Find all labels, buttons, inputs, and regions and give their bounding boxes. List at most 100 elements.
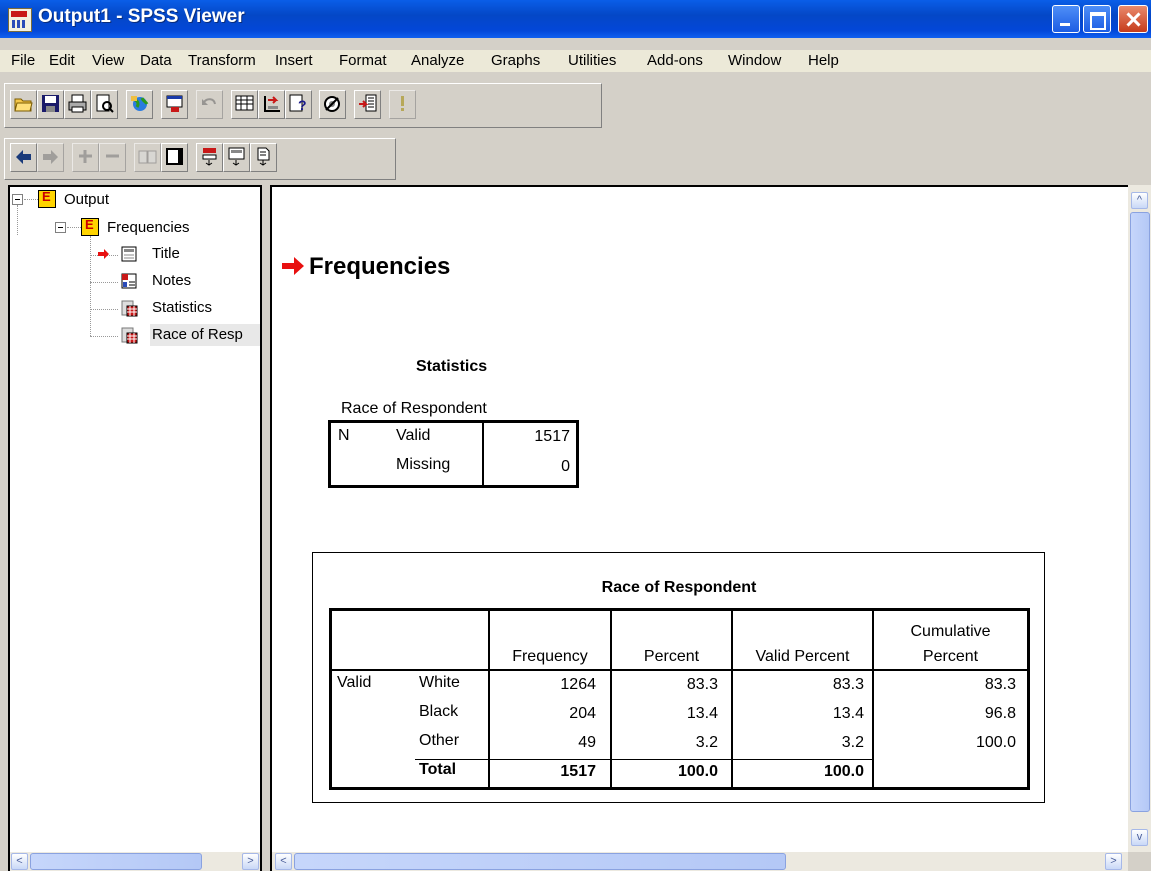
menu-file[interactable]: File bbox=[11, 52, 35, 69]
stats-missing-label: Missing bbox=[396, 456, 451, 473]
table-rule bbox=[1027, 608, 1030, 790]
scroll-up-icon[interactable]: ^ bbox=[1131, 192, 1148, 209]
minimize-button[interactable] bbox=[1052, 5, 1080, 33]
content-vertical-thumb[interactable] bbox=[1130, 212, 1150, 812]
cell-total-valid-percent: 100.0 bbox=[823, 763, 864, 780]
spss-viewer-icon[interactable] bbox=[8, 8, 32, 32]
table-rule bbox=[329, 669, 1030, 671]
menu-transform[interactable]: Transform bbox=[188, 52, 256, 69]
stats-missing-value: 0 bbox=[561, 458, 570, 475]
tree-item-notes[interactable]: Notes bbox=[152, 272, 191, 289]
stats-valid-label: Valid bbox=[396, 427, 431, 444]
menu-graphs[interactable]: Graphs bbox=[491, 52, 540, 69]
menu-view[interactable]: View bbox=[92, 52, 124, 69]
outline-scroll-thumb[interactable] bbox=[30, 853, 202, 870]
menu-window[interactable]: Window bbox=[728, 52, 781, 69]
promote-icon[interactable] bbox=[10, 143, 37, 172]
title-doc-icon bbox=[121, 246, 137, 262]
export-icon[interactable] bbox=[126, 90, 153, 119]
scroll-left-icon[interactable]: < bbox=[275, 853, 292, 870]
cell-total-percent: 100.0 bbox=[677, 763, 718, 780]
header-valid-percent: Valid Percent bbox=[755, 648, 850, 665]
table-rule bbox=[610, 610, 612, 788]
table-rule bbox=[415, 759, 874, 760]
table-rule bbox=[482, 422, 484, 486]
table-rule bbox=[329, 608, 1030, 611]
dialog-recall-icon[interactable] bbox=[161, 90, 188, 119]
header-frequency: Frequency bbox=[512, 648, 588, 665]
scroll-down-icon[interactable]: v bbox=[1131, 829, 1148, 846]
race-table-title: Race of Respondent bbox=[601, 579, 757, 596]
hide-icon[interactable] bbox=[161, 143, 188, 172]
show-icon[interactable] bbox=[134, 143, 161, 172]
svg-text:?: ? bbox=[298, 97, 307, 113]
undo-icon[interactable] bbox=[196, 90, 223, 119]
table-rule bbox=[328, 420, 578, 423]
menu-help[interactable]: Help bbox=[808, 52, 839, 69]
run-icon[interactable] bbox=[389, 90, 416, 119]
menu-data[interactable]: Data bbox=[140, 52, 172, 69]
designate-window-icon[interactable] bbox=[354, 90, 381, 119]
open-icon[interactable] bbox=[10, 90, 37, 119]
table-rule bbox=[329, 787, 1030, 790]
print-preview-icon[interactable] bbox=[91, 90, 118, 119]
collapse-frequencies-toggle[interactable] bbox=[55, 222, 66, 233]
expand-icon[interactable] bbox=[72, 143, 99, 172]
go-to-case-icon[interactable] bbox=[258, 90, 285, 119]
frequencies-book-icon bbox=[81, 217, 99, 236]
menu-utilities[interactable]: Utilities bbox=[568, 52, 616, 69]
table-rule bbox=[731, 610, 733, 788]
statistics-title: Statistics bbox=[416, 358, 488, 375]
cell-percent: 83.3 bbox=[686, 676, 718, 693]
row-label-black: Black bbox=[419, 703, 459, 720]
tree-item-frequencies[interactable]: Frequencies bbox=[107, 219, 190, 236]
tree-line bbox=[24, 199, 38, 200]
tree-item-race-of-respondent[interactable]: Race of Resp bbox=[152, 326, 259, 343]
tree-item-output[interactable]: Output bbox=[64, 191, 109, 208]
heading-arrow-icon bbox=[282, 257, 304, 275]
maximize-button[interactable] bbox=[1083, 5, 1111, 33]
close-button[interactable] bbox=[1118, 5, 1148, 33]
current-item-arrow-icon bbox=[98, 249, 109, 259]
insert-text-icon[interactable] bbox=[250, 143, 277, 172]
content-horizontal-thumb[interactable] bbox=[294, 853, 786, 870]
menu-add-ons[interactable]: Add-ons bbox=[647, 52, 703, 69]
cell-frequency: 1264 bbox=[560, 676, 596, 693]
cell-frequency: 49 bbox=[578, 734, 596, 751]
collapse-output-toggle[interactable] bbox=[12, 194, 23, 205]
insert-title-icon[interactable] bbox=[223, 143, 250, 172]
scroll-right-icon[interactable]: > bbox=[242, 853, 259, 870]
save-icon[interactable] bbox=[37, 90, 64, 119]
table-rule bbox=[329, 608, 332, 790]
menu-edit[interactable]: Edit bbox=[49, 52, 75, 69]
table-rule bbox=[328, 420, 331, 488]
cell-percent: 3.2 bbox=[695, 734, 718, 751]
cell-cumulative-percent: 100.0 bbox=[975, 734, 1016, 751]
cell-cumulative-percent: 96.8 bbox=[984, 705, 1016, 722]
header-percent: Percent bbox=[643, 648, 700, 665]
output-heading[interactable]: Frequencies bbox=[309, 253, 450, 281]
stats-n-label: N bbox=[338, 427, 350, 444]
menu-analyze[interactable]: Analyze bbox=[411, 52, 464, 69]
cell-frequency: 204 bbox=[569, 705, 596, 722]
print-icon[interactable] bbox=[64, 90, 91, 119]
tree-item-statistics[interactable]: Statistics bbox=[152, 299, 212, 316]
use-sets-icon[interactable] bbox=[319, 90, 346, 119]
cell-valid-percent: 83.3 bbox=[832, 676, 864, 693]
menu-format[interactable]: Format bbox=[339, 52, 387, 69]
header-cumulative-percent: Percent bbox=[922, 648, 979, 665]
cell-cumulative-percent: 83.3 bbox=[984, 676, 1016, 693]
scroll-right-icon[interactable]: > bbox=[1105, 853, 1122, 870]
go-to-data-icon[interactable] bbox=[231, 90, 258, 119]
scroll-left-icon[interactable]: < bbox=[11, 853, 28, 870]
insert-heading-icon[interactable] bbox=[196, 143, 223, 172]
cell-valid-percent: 13.4 bbox=[832, 705, 864, 722]
demote-icon[interactable] bbox=[37, 143, 64, 172]
pane-splitter[interactable] bbox=[262, 185, 270, 871]
window-title: Output1 - SPSS Viewer bbox=[38, 6, 245, 27]
tree-item-title[interactable]: Title bbox=[152, 245, 180, 262]
menu-insert[interactable]: Insert bbox=[275, 52, 313, 69]
row-label-white: White bbox=[419, 674, 460, 691]
collapse-icon[interactable] bbox=[99, 143, 126, 172]
variables-icon[interactable]: ? bbox=[285, 90, 312, 119]
